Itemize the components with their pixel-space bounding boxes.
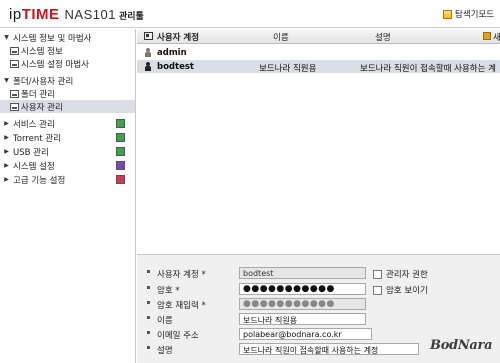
advanced-icon (116, 175, 125, 184)
admin-privilege-label: 관리자 권한 (386, 270, 428, 280)
description-label: 설명 (157, 346, 173, 356)
window-icon (10, 89, 19, 98)
nav-label: USB 관리 (13, 147, 49, 158)
name-field[interactable]: 보드나라 직원용 (239, 313, 366, 325)
nav-folder-management[interactable]: 폴더 관리 (0, 87, 135, 100)
description-field[interactable]: 보드나라 직원이 접속할때 사용하는 계정 (239, 343, 419, 355)
admin-tool-title: 관리툴 (118, 12, 144, 22)
collapse-arrow-icon: ▶ (4, 120, 9, 127)
nav-user-management[interactable]: 사용자 관리 (0, 100, 135, 113)
show-password-checkbox[interactable]: 암호 보이기 (373, 284, 428, 296)
column-description[interactable]: 설명 (375, 31, 391, 43)
nav-label: 고급 기능 설정 (13, 175, 66, 186)
logo-time: TIME (21, 6, 60, 23)
table-row[interactable]: admin (137, 46, 500, 59)
nav-system-info[interactable]: 시스템 정보 (0, 44, 135, 57)
explorer-mode-label: 탐색기모드 (455, 10, 495, 20)
nav-setup-wizard[interactable]: 시스템 설정 마법사 (0, 57, 135, 70)
torrent-icon (116, 133, 125, 142)
collapse-arrow-icon: ▶ (4, 176, 9, 183)
column-account[interactable]: 사용자 계정 (157, 31, 199, 43)
expand-arrow-icon: ▼ (4, 34, 9, 41)
column-name[interactable]: 이름 (273, 31, 289, 43)
nav-service-management[interactable]: ▶ 서비스 관리 (0, 117, 135, 130)
user-icon (145, 62, 151, 71)
account-label: 사용자 계정 * (157, 270, 206, 280)
nav-label: 서비스 관리 (13, 119, 55, 130)
cell-description: 보드나라 직원이 접속할때 사용하는 계 (360, 64, 496, 74)
account-field[interactable]: bodtest (239, 267, 366, 279)
nav-torrent-management[interactable]: ▶ Torrent 관리 (0, 131, 135, 144)
expand-arrow-icon: ▼ (4, 77, 9, 84)
bullet-icon (147, 286, 150, 289)
nav-folder-user-management[interactable]: ▼ 폴더/사용자 관리 (0, 74, 135, 87)
nav-system-settings[interactable]: ▶ 시스템 설정 (0, 159, 135, 172)
new-user-icon[interactable] (483, 32, 491, 40)
table-header: 사용자 계정 이름 설명 새 (137, 29, 500, 44)
collapse-arrow-icon: ▶ (4, 148, 9, 155)
password-label: 암호 * (157, 286, 180, 296)
nav-system-info-wizard[interactable]: ▼ 시스템 정보 및 마법사 (0, 31, 135, 44)
iptime-logo: ip TIME NAS101 관리툴 (9, 6, 144, 24)
cell-account: bodtest (157, 62, 194, 72)
nav-label: 시스템 설정 마법사 (21, 59, 89, 70)
window-icon (10, 59, 19, 68)
password-confirm-field[interactable]: ●●●●●●●●●●● (239, 298, 366, 310)
nav-label: 사용자 관리 (21, 102, 63, 113)
user-column-icon (144, 32, 153, 40)
user-icon (145, 48, 151, 57)
nav-label: 폴더/사용자 관리 (13, 76, 74, 87)
password-confirm-row: 암호 재입력 * ●●●●●●●●●●● (137, 298, 500, 311)
bullet-icon (147, 346, 150, 349)
checkbox-icon (373, 285, 382, 295)
logo-ip: ip (9, 6, 22, 23)
collapse-arrow-icon: ▶ (4, 162, 9, 169)
nav-label: 시스템 정보 (21, 46, 63, 57)
nav-label: 폴더 관리 (21, 89, 55, 100)
app-header: ip TIME NAS101 관리툴 탐색기모드 (0, 0, 500, 28)
user-table: 사용자 계정 이름 설명 새 admin bodtest 보드나라 직원용 보드… (137, 29, 500, 254)
nav-label: 시스템 정보 및 마법사 (13, 33, 92, 44)
name-label: 이름 (157, 316, 173, 326)
model-name: NAS101 (64, 7, 116, 22)
email-field[interactable]: polabear@bodnara.co.kr (239, 328, 372, 340)
folder-icon (443, 9, 452, 19)
window-icon (10, 102, 19, 111)
email-label: 이메일 주소 (157, 331, 199, 341)
explorer-mode-button[interactable]: 탐색기모드 (443, 8, 494, 20)
nav-label: 시스템 설정 (13, 161, 55, 172)
new-user-button[interactable]: 새 (493, 31, 500, 43)
bodnara-watermark-logo: BodNara (430, 338, 493, 353)
cell-account: admin (157, 48, 187, 58)
bullet-icon (147, 301, 150, 304)
bullet-icon (147, 316, 150, 319)
table-row[interactable]: bodtest 보드나라 직원용 보드나라 직원이 접속할때 사용하는 계 (137, 60, 500, 74)
nav-advanced-settings[interactable]: ▶ 고급 기능 설정 (0, 173, 135, 186)
settings-icon (116, 161, 125, 170)
password-row: 암호 * ●●●●●●●●●●● 암호 보이기 (137, 283, 500, 296)
checkbox-icon (373, 269, 382, 279)
show-password-label: 암호 보이기 (386, 286, 428, 296)
bullet-icon (147, 331, 150, 334)
cell-name: 보드나라 직원용 (259, 64, 317, 74)
account-row: 사용자 계정 * bodtest 관리자 권한 (137, 267, 500, 280)
sidebar-nav: ▼ 시스템 정보 및 마법사 시스템 정보 시스템 설정 마법사 ▼ 폴더/사용… (0, 29, 136, 363)
nav-label: Torrent 관리 (13, 133, 61, 144)
service-icon (116, 119, 125, 128)
bullet-icon (147, 270, 150, 273)
password-field[interactable]: ●●●●●●●●●●● (239, 283, 366, 295)
window-icon (10, 46, 19, 55)
password-confirm-label: 암호 재입력 * (157, 301, 206, 311)
collapse-arrow-icon: ▶ (4, 134, 9, 141)
name-row: 이름 보드나라 직원용 (137, 313, 500, 326)
usb-icon (116, 147, 125, 156)
admin-privilege-checkbox[interactable]: 관리자 권한 (373, 268, 428, 280)
nav-usb-management[interactable]: ▶ USB 관리 (0, 145, 135, 158)
